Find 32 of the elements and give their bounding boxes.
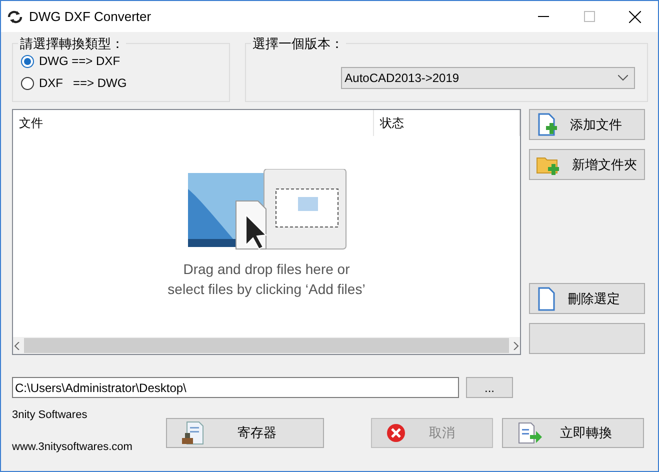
- scroll-right-icon: [512, 342, 520, 350]
- convert-icon: [517, 421, 543, 445]
- radio-option[interactable]: DWG ==> DXF: [21, 50, 221, 72]
- window-title: DWG DXF Converter: [29, 9, 152, 24]
- convert-button[interactable]: 立即轉換: [502, 418, 644, 448]
- radio-option[interactable]: DXF ==> DWG: [21, 72, 221, 94]
- browse-button[interactable]: ...: [466, 377, 513, 398]
- chevron-down-icon: [618, 75, 628, 81]
- close-icon: [629, 10, 641, 22]
- minimize-icon: [538, 16, 548, 18]
- website-text: www.3nitysoftwares.com: [12, 441, 134, 453]
- maximize-icon: [584, 11, 594, 22]
- add-file-button[interactable]: 添加文件: [529, 109, 645, 140]
- cancel-icon: [386, 423, 406, 443]
- stamp-document-icon: [181, 421, 205, 445]
- drop-hint: select files by clicking ‘Add files’: [168, 280, 366, 299]
- add-folder-button[interactable]: 新增文件夾: [529, 149, 645, 180]
- group-label: 請選擇轉換類型：: [18, 35, 126, 53]
- delete-button[interactable]: 刪除選定: [529, 283, 645, 314]
- output-path-field[interactable]: C:\Users\Administrator\Desktop\: [12, 377, 459, 398]
- file-icon: [536, 286, 556, 310]
- register-button[interactable]: 寄存器: [166, 418, 324, 448]
- blank-button[interactable]: [529, 323, 645, 354]
- drop-hint: Drag and drop files here or: [183, 260, 350, 279]
- company-name: 3nity Softwares: [12, 409, 88, 421]
- column-header[interactable]: 状态: [374, 110, 520, 136]
- scroll-left-icon: [13, 342, 21, 350]
- group-label: 選擇一個版本：: [250, 35, 346, 53]
- column-header[interactable]: 文件: [13, 110, 374, 136]
- file-add-icon: [536, 112, 558, 136]
- app-icon: [7, 10, 23, 24]
- version-dropdown[interactable]: AutoCAD2013->2019: [340, 67, 635, 89]
